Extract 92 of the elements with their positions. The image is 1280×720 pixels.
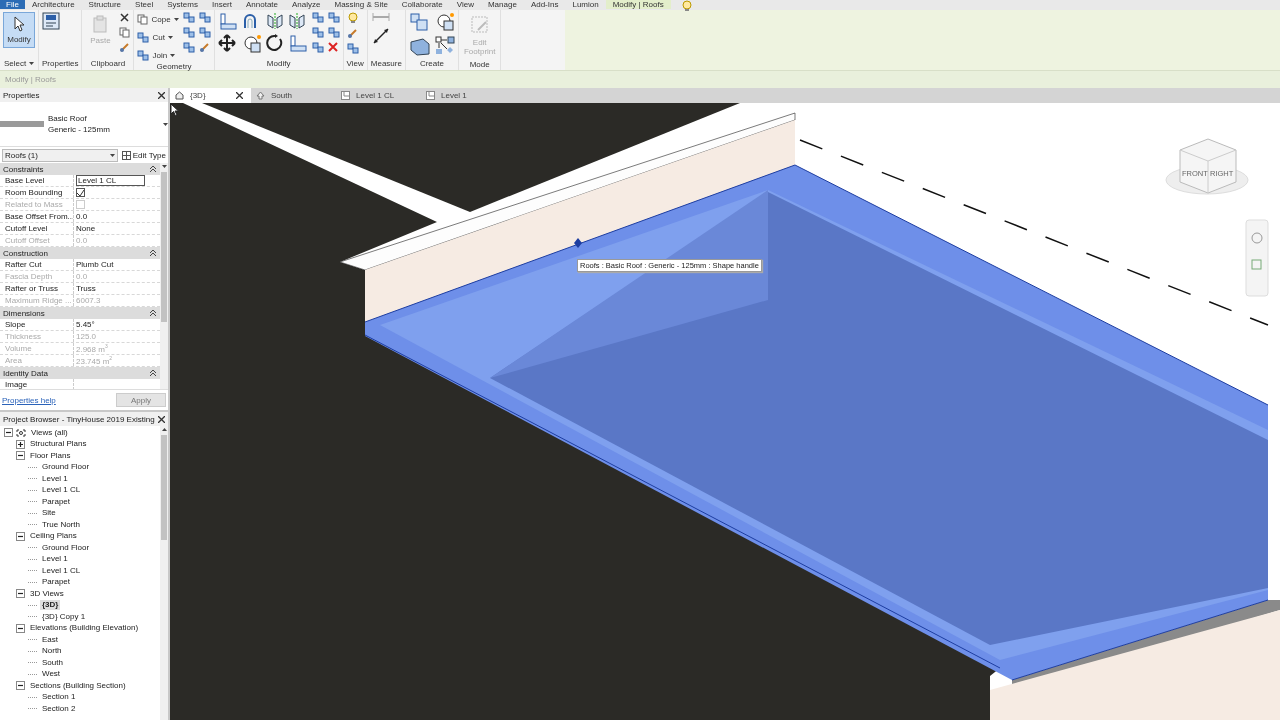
tree-item[interactable]: Elevations (Building Elevation) [28,623,141,634]
panel-title: Geometry [156,62,192,71]
panel-title: Properties [42,58,79,68]
tree-item[interactable]: Ground Floor [40,462,92,473]
document-tab[interactable]: Level 1 CL [336,88,421,103]
tree-item[interactable]: True North [40,519,82,530]
type-selector[interactable]: Basic Roof Generic - 125mm [0,102,168,147]
panel-title: Modify [266,58,291,68]
panel-title: View [346,58,364,68]
ribbon-tab[interactable]: Insert [204,0,239,9]
ribbon-button[interactable]: Modify [3,12,35,48]
property-value: 125.0 [76,332,97,341]
property-label: Thickness [5,332,41,341]
ribbon-tab[interactable]: Massing & Site [327,0,395,9]
ribbon-tab[interactable]: Collaborate [394,0,450,9]
ribbon-tab[interactable]: Architecture [24,0,82,9]
tree-item[interactable]: 3D Views [28,588,66,599]
panel-title: Create [419,58,444,68]
tree-item[interactable]: {3D} Copy 1 [40,611,88,622]
tree-item[interactable]: Parapet [40,577,73,588]
tree-item[interactable]: Level 1 [40,473,70,484]
property-value: 0.0 [76,212,88,221]
ribbon-button[interactable]: Cope [137,12,179,26]
tree-item[interactable]: Section 1 [40,692,78,703]
property-value: Plumb Cut [76,260,114,269]
property-label: Cutoff Offset [5,236,50,245]
ribbon-tab[interactable]: Manage [480,0,524,9]
property-value: 0.0 [76,236,88,245]
panel-title: Select [3,58,27,68]
tree-item[interactable]: Floor Plans [28,450,73,461]
help-link[interactable]: Properties help [2,395,56,405]
value-field[interactable]: Level 1 CL [76,175,145,186]
ribbon-tab[interactable]: Annotate [238,0,285,9]
ribbon-tab[interactable]: Steel [128,0,161,9]
tree-item[interactable]: Structural Plans [28,439,89,450]
ribbon-tab[interactable]: File [0,0,25,9]
tree-item[interactable]: Level 1 CL [40,485,83,496]
document-tab[interactable]: South [251,88,336,103]
ribbon-tab[interactable]: Structure [81,0,129,9]
property-label: Slope [5,320,26,329]
ribbon-tab[interactable]: Add-Ins [523,0,566,9]
tree-item[interactable]: Section 2 [40,703,78,714]
ribbon-tab[interactable]: Modify | Roofs [605,0,671,9]
type-name: Basic Roof [48,114,88,123]
tree-item[interactable]: Sections (Building Section) [28,680,128,691]
ribbon-tab[interactable]: Systems [160,0,205,9]
property-value: 5.45° [76,320,95,329]
tree-item[interactable]: {3D} [40,600,61,611]
panel-title: Mode [469,60,490,69]
context-label: Modify | Roofs [5,75,56,84]
tree-item[interactable]: Parapet [40,496,73,507]
tree-item[interactable]: Views (all) [29,427,70,438]
type-detail: Generic - 125mm [48,125,111,134]
tree-item[interactable]: Ground Floor [40,542,92,553]
panel-title: Properties [3,90,40,100]
document-tab[interactable]: Level 1 [421,88,506,103]
tree-item[interactable]: South [40,657,65,668]
ribbon-tab[interactable]: Analyze [285,0,328,9]
tree-item[interactable]: East [40,634,60,645]
ribbon-tab[interactable]: Lumion [565,0,606,9]
property-label: Volume [5,344,32,353]
property-value: 23.745 m$^{2}$ [76,355,113,366]
property-label: Base Level [5,176,45,185]
property-label: Image [5,380,28,389]
tree-item[interactable]: West [40,669,63,680]
property-label: Maximum Ridge ... [5,296,72,305]
property-label: Area [5,356,22,365]
property-label: Cutoff Level [5,224,48,233]
property-label: Base Offset From... [5,212,73,221]
property-label: Rafter Cut [5,260,42,269]
tree-item[interactable]: Ceiling Plans [28,531,79,542]
tree-item[interactable]: Site [40,508,58,519]
filter-dropdown[interactable]: Roofs (1) [2,148,118,162]
document-tab[interactable]: {3D} [170,88,251,103]
ribbon-tab[interactable]: View [449,0,481,9]
property-label: Room Bounding [5,188,63,197]
panel-title: Clipboard [90,58,126,68]
property-label: Fascia Depth [5,272,53,281]
tree-item[interactable]: Level 1 [40,554,70,565]
edit-type-button[interactable]: Edit Type [121,150,166,160]
ribbon-button[interactable]: Cut [137,30,173,44]
panel-title: Project Browser - TinyHouse 2019 Existing [3,414,155,424]
tree-item[interactable]: Level 1 CL [40,565,83,576]
tree-item[interactable]: North [40,646,64,657]
property-value: None [76,224,96,233]
property-label: Related to Mass [5,200,63,209]
ribbon-button[interactable]: Join [137,48,176,62]
property-value: Truss [76,284,96,293]
property-value: 0.0 [76,272,88,281]
panel-title: Measure [370,58,402,68]
property-value: 6007.3 [76,296,101,305]
property-label: Rafter or Truss [5,284,58,293]
